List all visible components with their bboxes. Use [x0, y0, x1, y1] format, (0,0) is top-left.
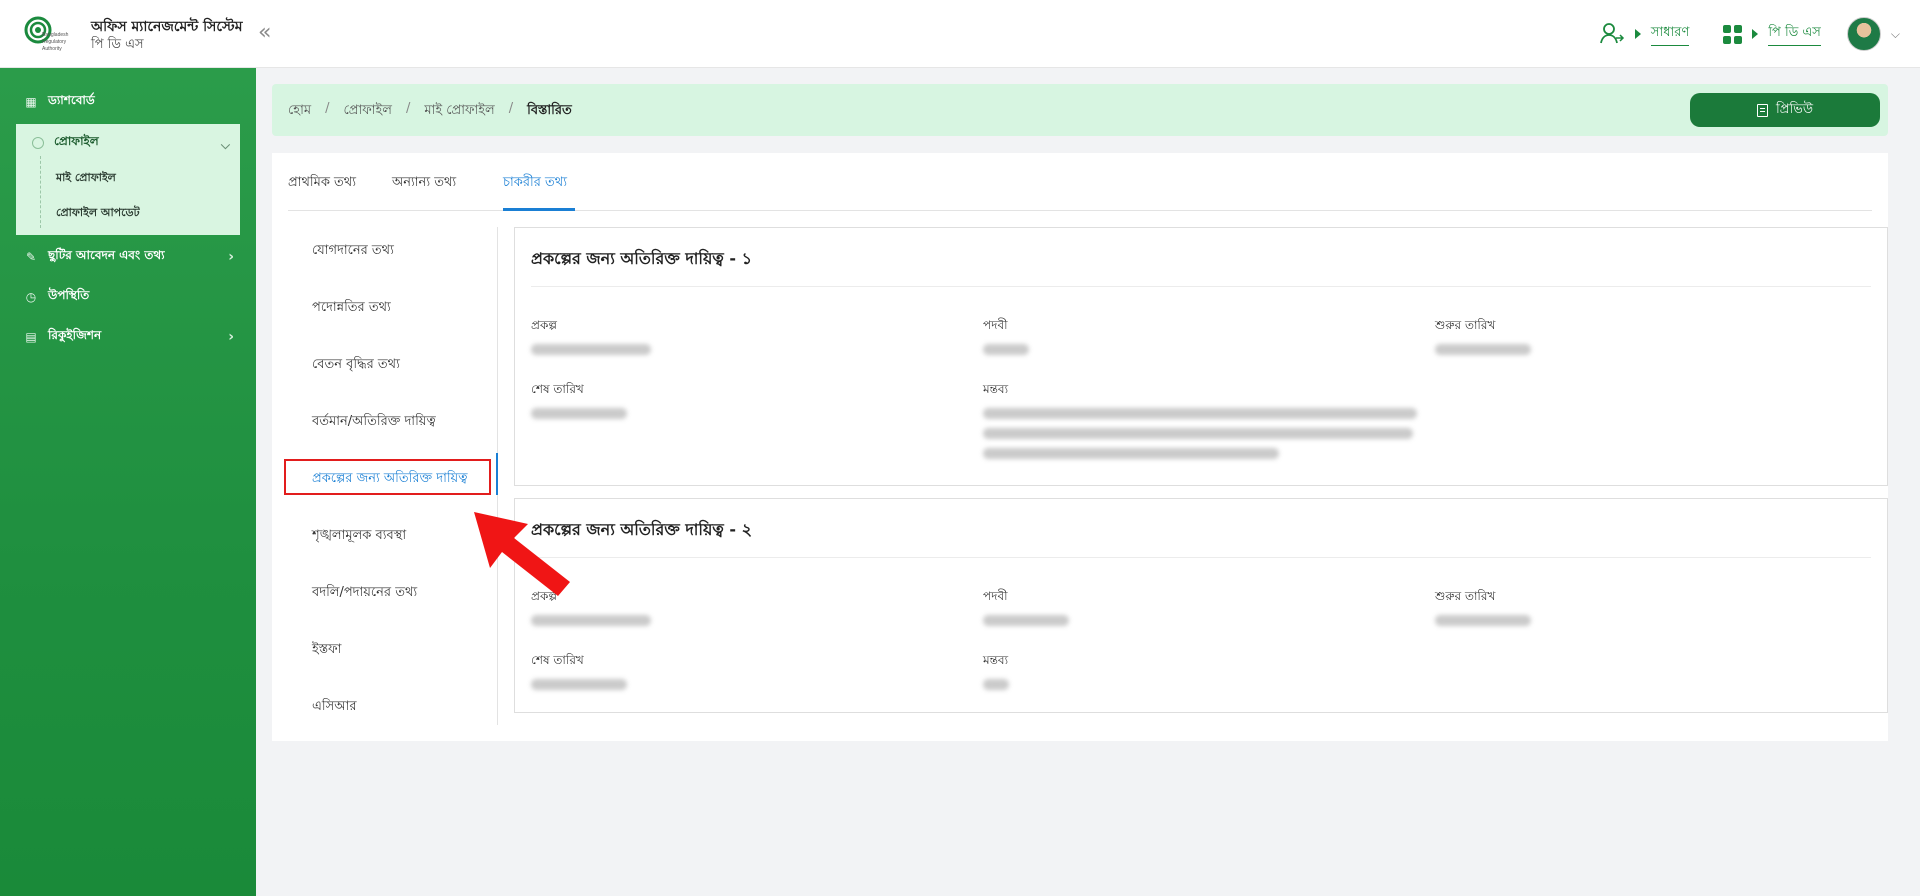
label-remarks: মন্তব্য: [983, 382, 1009, 396]
redacted-value: [1435, 344, 1531, 355]
tree-line: [40, 156, 41, 228]
project-duty-panel-1: প্রকল্পের জন্য অতিরিক্ত দায়িত্ব - ১ প্র…: [514, 227, 1888, 486]
breadcrumb-separator: /: [325, 101, 330, 116]
redacted-value: [531, 615, 651, 626]
panel-title: প্রকল্পের জন্য অতিরিক্ত দায়িত্ব - ১: [531, 249, 752, 268]
svg-text:Regulatory: Regulatory: [42, 39, 67, 45]
sidebar-subitem-my-profile[interactable]: মাই প্রোফাইল: [56, 169, 116, 188]
sidebar-item-dashboard[interactable]: ▦ ড্যাশবোর্ড: [24, 91, 234, 113]
breadcrumb-my-profile[interactable]: মাই প্রোফাইল: [424, 101, 494, 122]
sidebar-subitem-profile-update[interactable]: প্রোফাইল আপডেট: [56, 204, 140, 223]
caret-right-icon: [1752, 29, 1759, 39]
sidebar: ▦ ড্যাশবোর্ড প্রোফাইল ⌵ মাই প্রোফাইল প্র…: [0, 68, 256, 896]
tab-bar: প্রাথমিক তথ্য অন্যান্য তথ্য চাকরীর তথ্য: [288, 153, 1872, 211]
apps-grid-icon[interactable]: [1723, 24, 1743, 44]
active-tab-indicator: [503, 208, 575, 211]
sidebar-item-profile[interactable]: প্রোফাইল ⌵: [16, 129, 240, 157]
document-icon: [1757, 103, 1769, 117]
menu-acr[interactable]: এসিআর: [312, 697, 357, 718]
label-remarks: মন্তব্য: [983, 653, 1009, 667]
breadcrumb: হোম / প্রোফাইল / মাই প্রোফাইল / বিস্তারি…: [288, 101, 572, 122]
sidebar-item-attendance[interactable]: ◷ উপস্থিতি: [24, 286, 234, 308]
menu-disciplinary-action[interactable]: শৃঙ্খলামূলক ব্যবস্থা: [312, 526, 406, 547]
chevron-down-icon[interactable]: ⌵: [1891, 27, 1900, 42]
chevron-right-icon: ›: [228, 249, 234, 265]
menu-resignation[interactable]: ইস্তফা: [312, 640, 341, 661]
header-actions: সাধারণ পি ডি এস ⌵: [1599, 16, 1900, 52]
red-arrow-annotation: [474, 512, 570, 596]
active-menu-indicator: [496, 453, 498, 495]
breadcrumb-separator: /: [405, 101, 411, 116]
menu-promotion-info[interactable]: পদোন্নতির তথ্য: [312, 298, 391, 319]
menu-increment-info[interactable]: বেতন বৃদ্ধির তথ্য: [312, 355, 400, 376]
label-end-date: শেষ তারিখ: [531, 653, 584, 667]
dashboard-icon: ▦: [25, 95, 37, 109]
requisition-icon: ▤: [25, 330, 37, 344]
content-card: প্রাথমিক তথ্য অন্যান্য তথ্য চাকরীর তথ্য …: [272, 153, 1888, 741]
module-link[interactable]: পি ডি এস: [1768, 23, 1821, 46]
sidebar-item-label: উপস্থিতি: [48, 288, 90, 302]
redacted-value: [1435, 615, 1531, 626]
role-link[interactable]: সাধারণ: [1650, 23, 1690, 46]
tab-other-info[interactable]: অন্যান্য তথ্য: [392, 173, 456, 194]
collapse-sidebar-button[interactable]: «: [258, 20, 271, 45]
redacted-value: [983, 428, 1413, 439]
breadcrumb-profile[interactable]: প্রোফাইল: [343, 101, 391, 122]
tab-job-info[interactable]: চাকরীর তথ্য: [503, 173, 567, 194]
divider: [531, 286, 1871, 287]
breadcrumb-home[interactable]: হোম: [288, 101, 311, 122]
redacted-value: [531, 344, 651, 355]
menu-current-additional-duty[interactable]: বর্তমান/অতিরিক্ত দায়িত্ব: [312, 412, 436, 433]
sidebar-group-profile: প্রোফাইল ⌵ মাই প্রোফাইল প্রোফাইল আপডেট: [16, 124, 240, 235]
project-duty-panel-2: প্রকল্পের জন্য অতিরিক্ত দায়িত্ব - ২ প্র…: [514, 498, 1888, 713]
redacted-value: [983, 448, 1279, 459]
label-designation: পদবী: [983, 318, 1008, 332]
redacted-value: [531, 679, 627, 690]
authority-logo: Bangladesh Regulatory Authority: [24, 16, 69, 52]
sidebar-item-label: রিকুইজিশন: [48, 328, 102, 342]
label-end-date: শেষ তারিখ: [531, 382, 584, 396]
top-header: Bangladesh Regulatory Authority অফিস ম্য…: [0, 0, 1920, 68]
svg-text:Bangladesh: Bangladesh: [42, 32, 69, 38]
caret-right-icon: [1634, 29, 1641, 39]
label-start-date: শুরুর তারিখ: [1435, 318, 1496, 332]
redacted-value: [983, 408, 1417, 419]
profile-icon: [32, 137, 44, 149]
sidebar-item-label: ড্যাশবোর্ড: [48, 93, 95, 107]
user-switch-icon: [1599, 23, 1624, 44]
app-subtitle: পি ডি এস: [91, 37, 144, 52]
preview-button-label: প্রিভিউ: [1776, 101, 1813, 117]
preview-button[interactable]: প্রিভিউ: [1690, 93, 1880, 127]
breadcrumb-current: বিস্তারিত: [527, 103, 572, 118]
sidebar-item-leave[interactable]: ✎ ছুটির আবেদন এবং তথ্য ›: [24, 246, 234, 268]
sidebar-item-label: ছুটির আবেদন এবং তথ্য: [48, 248, 165, 262]
redacted-value: [531, 408, 627, 419]
user-avatar[interactable]: [1846, 17, 1881, 51]
label-start-date: শুরুর তারিখ: [1435, 589, 1496, 603]
leave-icon: ✎: [25, 250, 37, 264]
redacted-value: [983, 679, 1009, 690]
label-project: প্রকল্প: [531, 318, 557, 332]
clock-icon: ◷: [25, 290, 37, 304]
chevron-down-icon: ⌵: [220, 138, 230, 152]
menu-joining-info[interactable]: যোগদানের তথ্য: [312, 241, 394, 262]
menu-transfer-info[interactable]: বদলি/পদায়নের তথ্য: [312, 583, 417, 604]
breadcrumb-separator: /: [508, 101, 514, 116]
redacted-value: [983, 615, 1069, 626]
breadcrumb-bar: হোম / প্রোফাইল / মাই প্রোফাইল / বিস্তারি…: [272, 84, 1888, 136]
sidebar-item-label: প্রোফাইল: [54, 134, 99, 148]
highlight-box: [284, 459, 491, 495]
svg-text:Authority: Authority: [42, 46, 62, 52]
label-designation: পদবী: [983, 589, 1008, 603]
sidebar-item-requisition[interactable]: ▤ রিকুইজিশন ›: [24, 326, 234, 348]
chevron-right-icon: ›: [228, 329, 234, 345]
redacted-value: [983, 344, 1029, 355]
tab-basic-info[interactable]: প্রাথমিক তথ্য: [288, 173, 356, 194]
divider: [531, 557, 1871, 558]
